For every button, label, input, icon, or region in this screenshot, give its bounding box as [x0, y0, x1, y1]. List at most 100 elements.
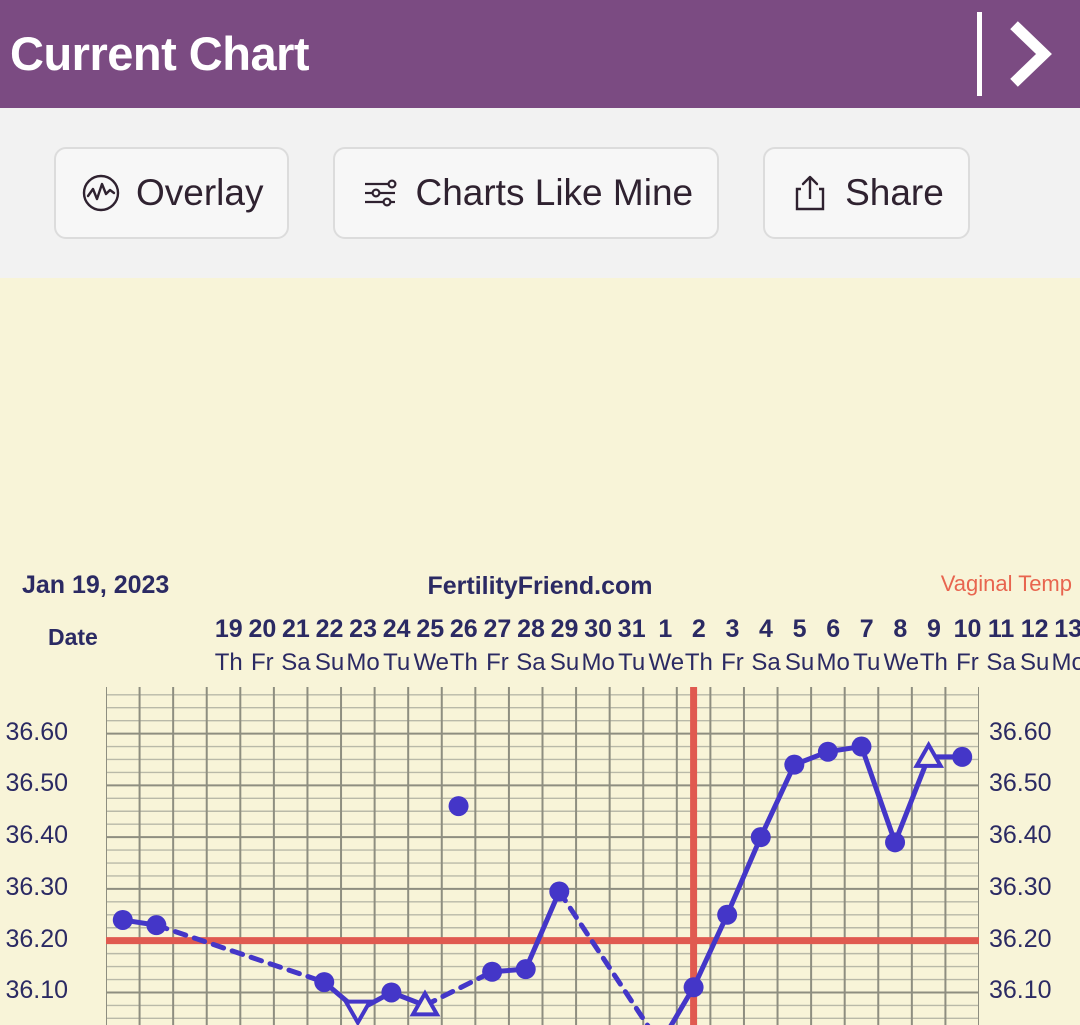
date-header-cell: 31 [617, 615, 646, 643]
y-axis-tick-label: 36.20 [5, 924, 68, 953]
date-header-cell: 1 [658, 615, 673, 643]
date-header-cell: 10 [953, 615, 982, 643]
temperature-plot[interactable] [106, 687, 979, 1025]
weekday-header-cell: Sa [516, 649, 546, 676]
weekday-header-cell: Fr [721, 649, 744, 676]
weekday-header-cell: Th [919, 649, 948, 676]
weekday-header-cell: Su [549, 649, 580, 676]
overlay-button-label: Overlay [136, 172, 264, 213]
chevron-right-icon [1010, 21, 1052, 87]
temperature-marker [885, 832, 906, 853]
y-axis-tick-label: 36.30 [989, 872, 1052, 901]
date-header-cell: 8 [893, 615, 908, 643]
date-header-cell: 19 [214, 615, 243, 643]
y-axis-tick-label: 36.10 [989, 976, 1052, 1005]
weekday-header-cell: Su [784, 649, 815, 676]
temperature-marker [717, 904, 738, 925]
weekday-header-cell: Th [684, 649, 713, 676]
temperature-line-dashed [422, 969, 495, 1008]
date-header-cell: 24 [382, 615, 411, 643]
share-upload-icon [795, 175, 825, 211]
temperature-marker [549, 881, 570, 902]
weekday-header-cell: Tu [383, 649, 411, 676]
share-button[interactable]: Share [763, 147, 970, 239]
y-axis-tick-label: 36.40 [5, 821, 68, 850]
chart-toolbar: Overlay Charts Like Mine Share [0, 108, 1080, 278]
date-header-cell: 26 [449, 615, 478, 643]
weekday-header-cell: Su [1019, 649, 1050, 676]
temperature-marker-outlier [448, 796, 469, 817]
date-header-cell: 12 [1020, 615, 1049, 643]
date-row-label: Date [48, 624, 98, 650]
temperature-marker-open-triangle [342, 999, 374, 1025]
y-axis-tick-label: 36.50 [5, 769, 68, 798]
y-axis-tick-label: 36.40 [989, 821, 1052, 850]
app-header-bar: Current Chart [0, 0, 1080, 108]
page-title: Current Chart [10, 27, 310, 80]
fertility-chart-panel: Jan 19, 2023 FertilityFriend.com Vaginal… [0, 278, 1080, 1025]
sliders-icon [365, 179, 397, 207]
date-header-cell: 22 [315, 615, 344, 643]
weekday-header-cell: Sa [281, 649, 311, 676]
temperature-marker [817, 741, 838, 762]
y-axis-tick-label: 36.20 [989, 924, 1052, 953]
weekday-header-cell: We [883, 649, 920, 676]
charts-like-mine-button-label: Charts Like Mine [415, 172, 694, 213]
temperature-marker [482, 961, 503, 982]
date-header-cell: 27 [483, 615, 512, 643]
weekday-header-cell: Th [449, 649, 478, 676]
weekday-header-cell: Tu [853, 649, 881, 676]
temperature-marker [750, 827, 771, 848]
date-header-cell: 28 [517, 615, 545, 643]
temperature-marker [952, 746, 973, 767]
chart-brand-label: FertilityFriend.com [427, 572, 653, 600]
weekday-header-cell: Mo [1051, 649, 1080, 676]
weekday-header-cell: Th [214, 649, 243, 676]
y-axis-tick-label: 36.10 [5, 976, 68, 1005]
chart-units-label: Vaginal Temp [940, 571, 1072, 596]
date-header-cell: 25 [416, 615, 445, 643]
weekday-header-cell: Fr [956, 649, 979, 676]
temperature-marker [683, 977, 704, 998]
overlay-button[interactable]: Overlay [54, 147, 290, 239]
temperature-marker [851, 736, 872, 757]
date-header-cell: 13 [1054, 615, 1080, 643]
weekday-header-cell: Mo [816, 649, 850, 676]
weekday-header-cell: Tu [618, 649, 646, 676]
charts-like-mine-button[interactable]: Charts Like Mine [333, 147, 720, 239]
date-header-cell: 29 [550, 615, 579, 643]
temperature-marker [381, 982, 402, 1003]
date-header-cell: 2 [691, 615, 706, 643]
temperature-marker [515, 959, 536, 980]
temperature-marker [784, 754, 805, 775]
overlay-chart-icon [82, 174, 120, 212]
next-chart-button[interactable] [1004, 19, 1062, 89]
weekday-header-cell: We [413, 649, 450, 676]
date-header-cell: 3 [725, 615, 740, 643]
y-axis-tick-label: 36.30 [5, 872, 68, 901]
y-axis-tick-label: 36.60 [989, 717, 1052, 746]
temperature-marker [112, 909, 133, 930]
y-axis-tick-label: 36.60 [5, 717, 68, 746]
date-header-cell: 20 [248, 615, 277, 643]
date-header-cell: 11 [987, 615, 1015, 643]
date-header-cell: 30 [584, 615, 613, 643]
weekday-header-cell: Mo [581, 649, 615, 676]
header-divider [977, 12, 982, 96]
weekday-header-cell: Mo [346, 649, 380, 676]
share-button-label: Share [845, 172, 944, 213]
temperature-marker [314, 972, 335, 993]
weekday-header-cell: We [648, 649, 685, 676]
temperature-marker [146, 915, 167, 936]
temperature-plot-svg [106, 687, 979, 1025]
weekday-header-cell: Su [314, 649, 345, 676]
date-header-cell: 6 [826, 615, 841, 643]
weekday-header-cell: Sa [986, 649, 1016, 676]
date-header-cell: 7 [859, 615, 874, 643]
date-header-cell: 23 [349, 615, 377, 643]
date-header-cell: 9 [926, 615, 941, 643]
y-axis-tick-label: 36.50 [989, 769, 1052, 798]
header-actions [977, 0, 1062, 108]
weekday-header-cell: Fr [251, 649, 274, 676]
date-header-cell: 4 [759, 615, 773, 643]
